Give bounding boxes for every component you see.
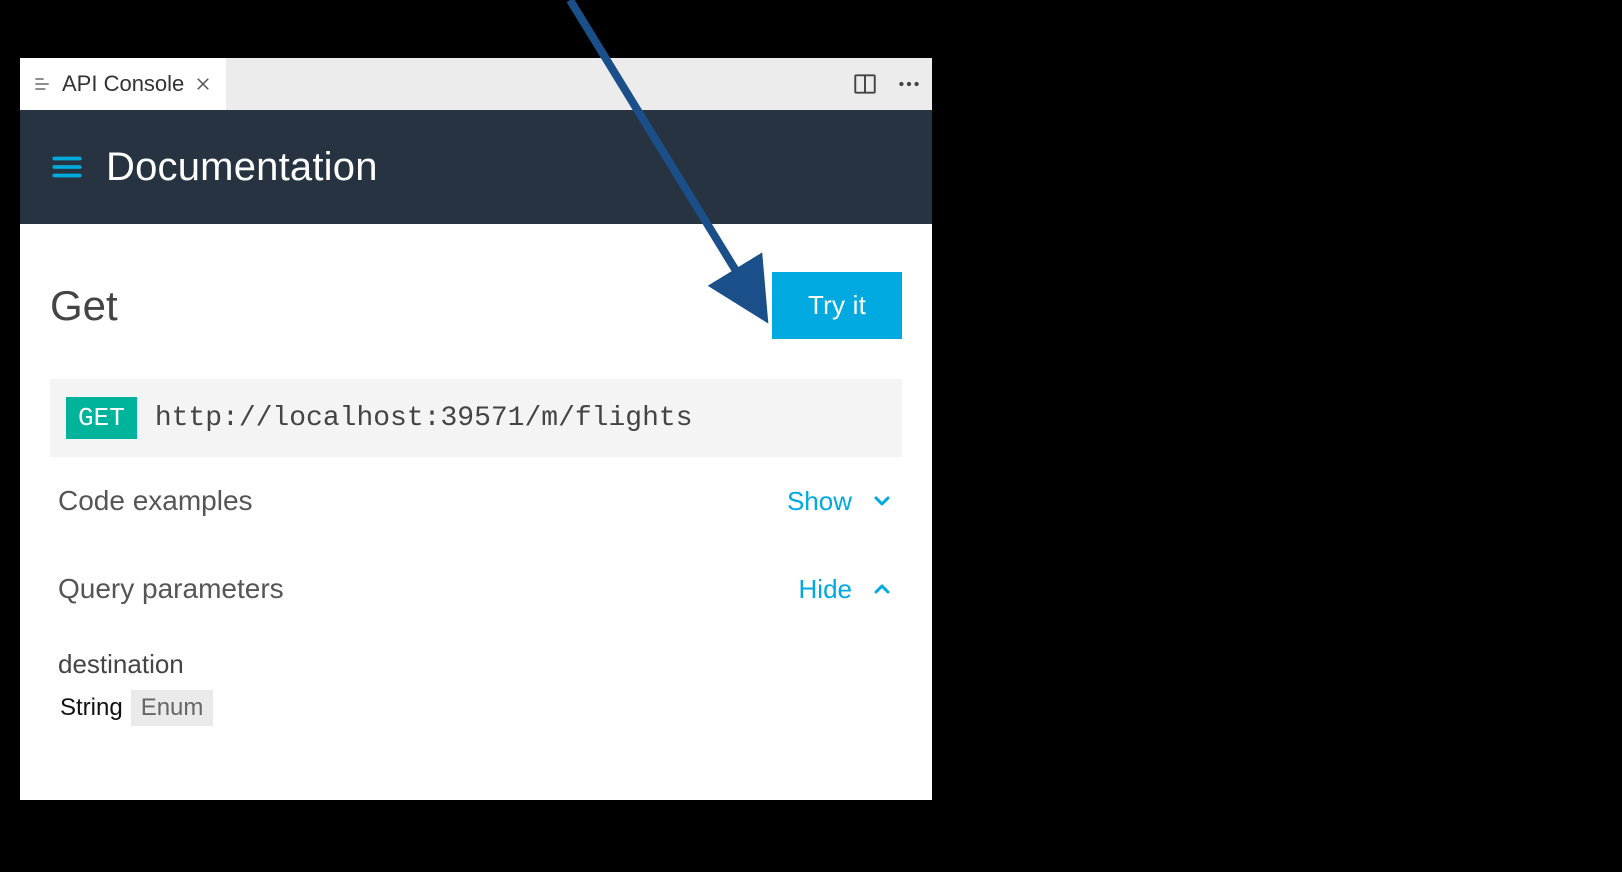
tab-title: API Console xyxy=(62,71,184,97)
hamburger-icon[interactable] xyxy=(50,150,84,184)
param-type-secondary: Enum xyxy=(131,690,214,726)
section-code-examples[interactable]: Code examples Show xyxy=(50,457,902,545)
toggle-text: Hide xyxy=(799,574,852,605)
more-icon[interactable] xyxy=(896,71,922,97)
tab-api-console[interactable]: API Console xyxy=(20,58,226,110)
endpoint-title-row: Get Try it xyxy=(50,224,902,379)
content-area: Get Try it GET http://localhost:39571/m/… xyxy=(20,224,932,800)
section-toggle-hide[interactable]: Hide xyxy=(799,574,894,605)
method-badge: GET xyxy=(66,397,137,439)
document-icon xyxy=(32,74,52,94)
section-label: Query parameters xyxy=(58,573,284,605)
chevron-down-icon xyxy=(870,489,894,513)
param-block: destination String Enum xyxy=(50,633,902,726)
toggle-text: Show xyxy=(787,486,852,517)
tab-bar-actions xyxy=(852,58,922,110)
try-it-button[interactable]: Try it xyxy=(772,272,902,339)
endpoint-title: Get xyxy=(50,282,118,330)
section-query-parameters[interactable]: Query parameters Hide xyxy=(50,545,902,633)
endpoint-url: http://localhost:39571/m/flights xyxy=(155,403,693,434)
section-label: Code examples xyxy=(58,485,253,517)
endpoint-box: GET http://localhost:39571/m/flights xyxy=(50,379,902,457)
api-console-panel: API Console xyxy=(20,58,932,800)
doc-header: Documentation xyxy=(20,110,932,224)
close-icon[interactable] xyxy=(194,75,212,93)
tab-bar: API Console xyxy=(20,58,932,110)
param-type-primary: String xyxy=(58,690,125,726)
section-toggle-show[interactable]: Show xyxy=(787,486,894,517)
page-title: Documentation xyxy=(106,145,378,190)
split-editor-icon[interactable] xyxy=(852,71,878,97)
param-name: destination xyxy=(58,649,894,680)
chevron-up-icon xyxy=(870,577,894,601)
param-types: String Enum xyxy=(58,690,894,726)
